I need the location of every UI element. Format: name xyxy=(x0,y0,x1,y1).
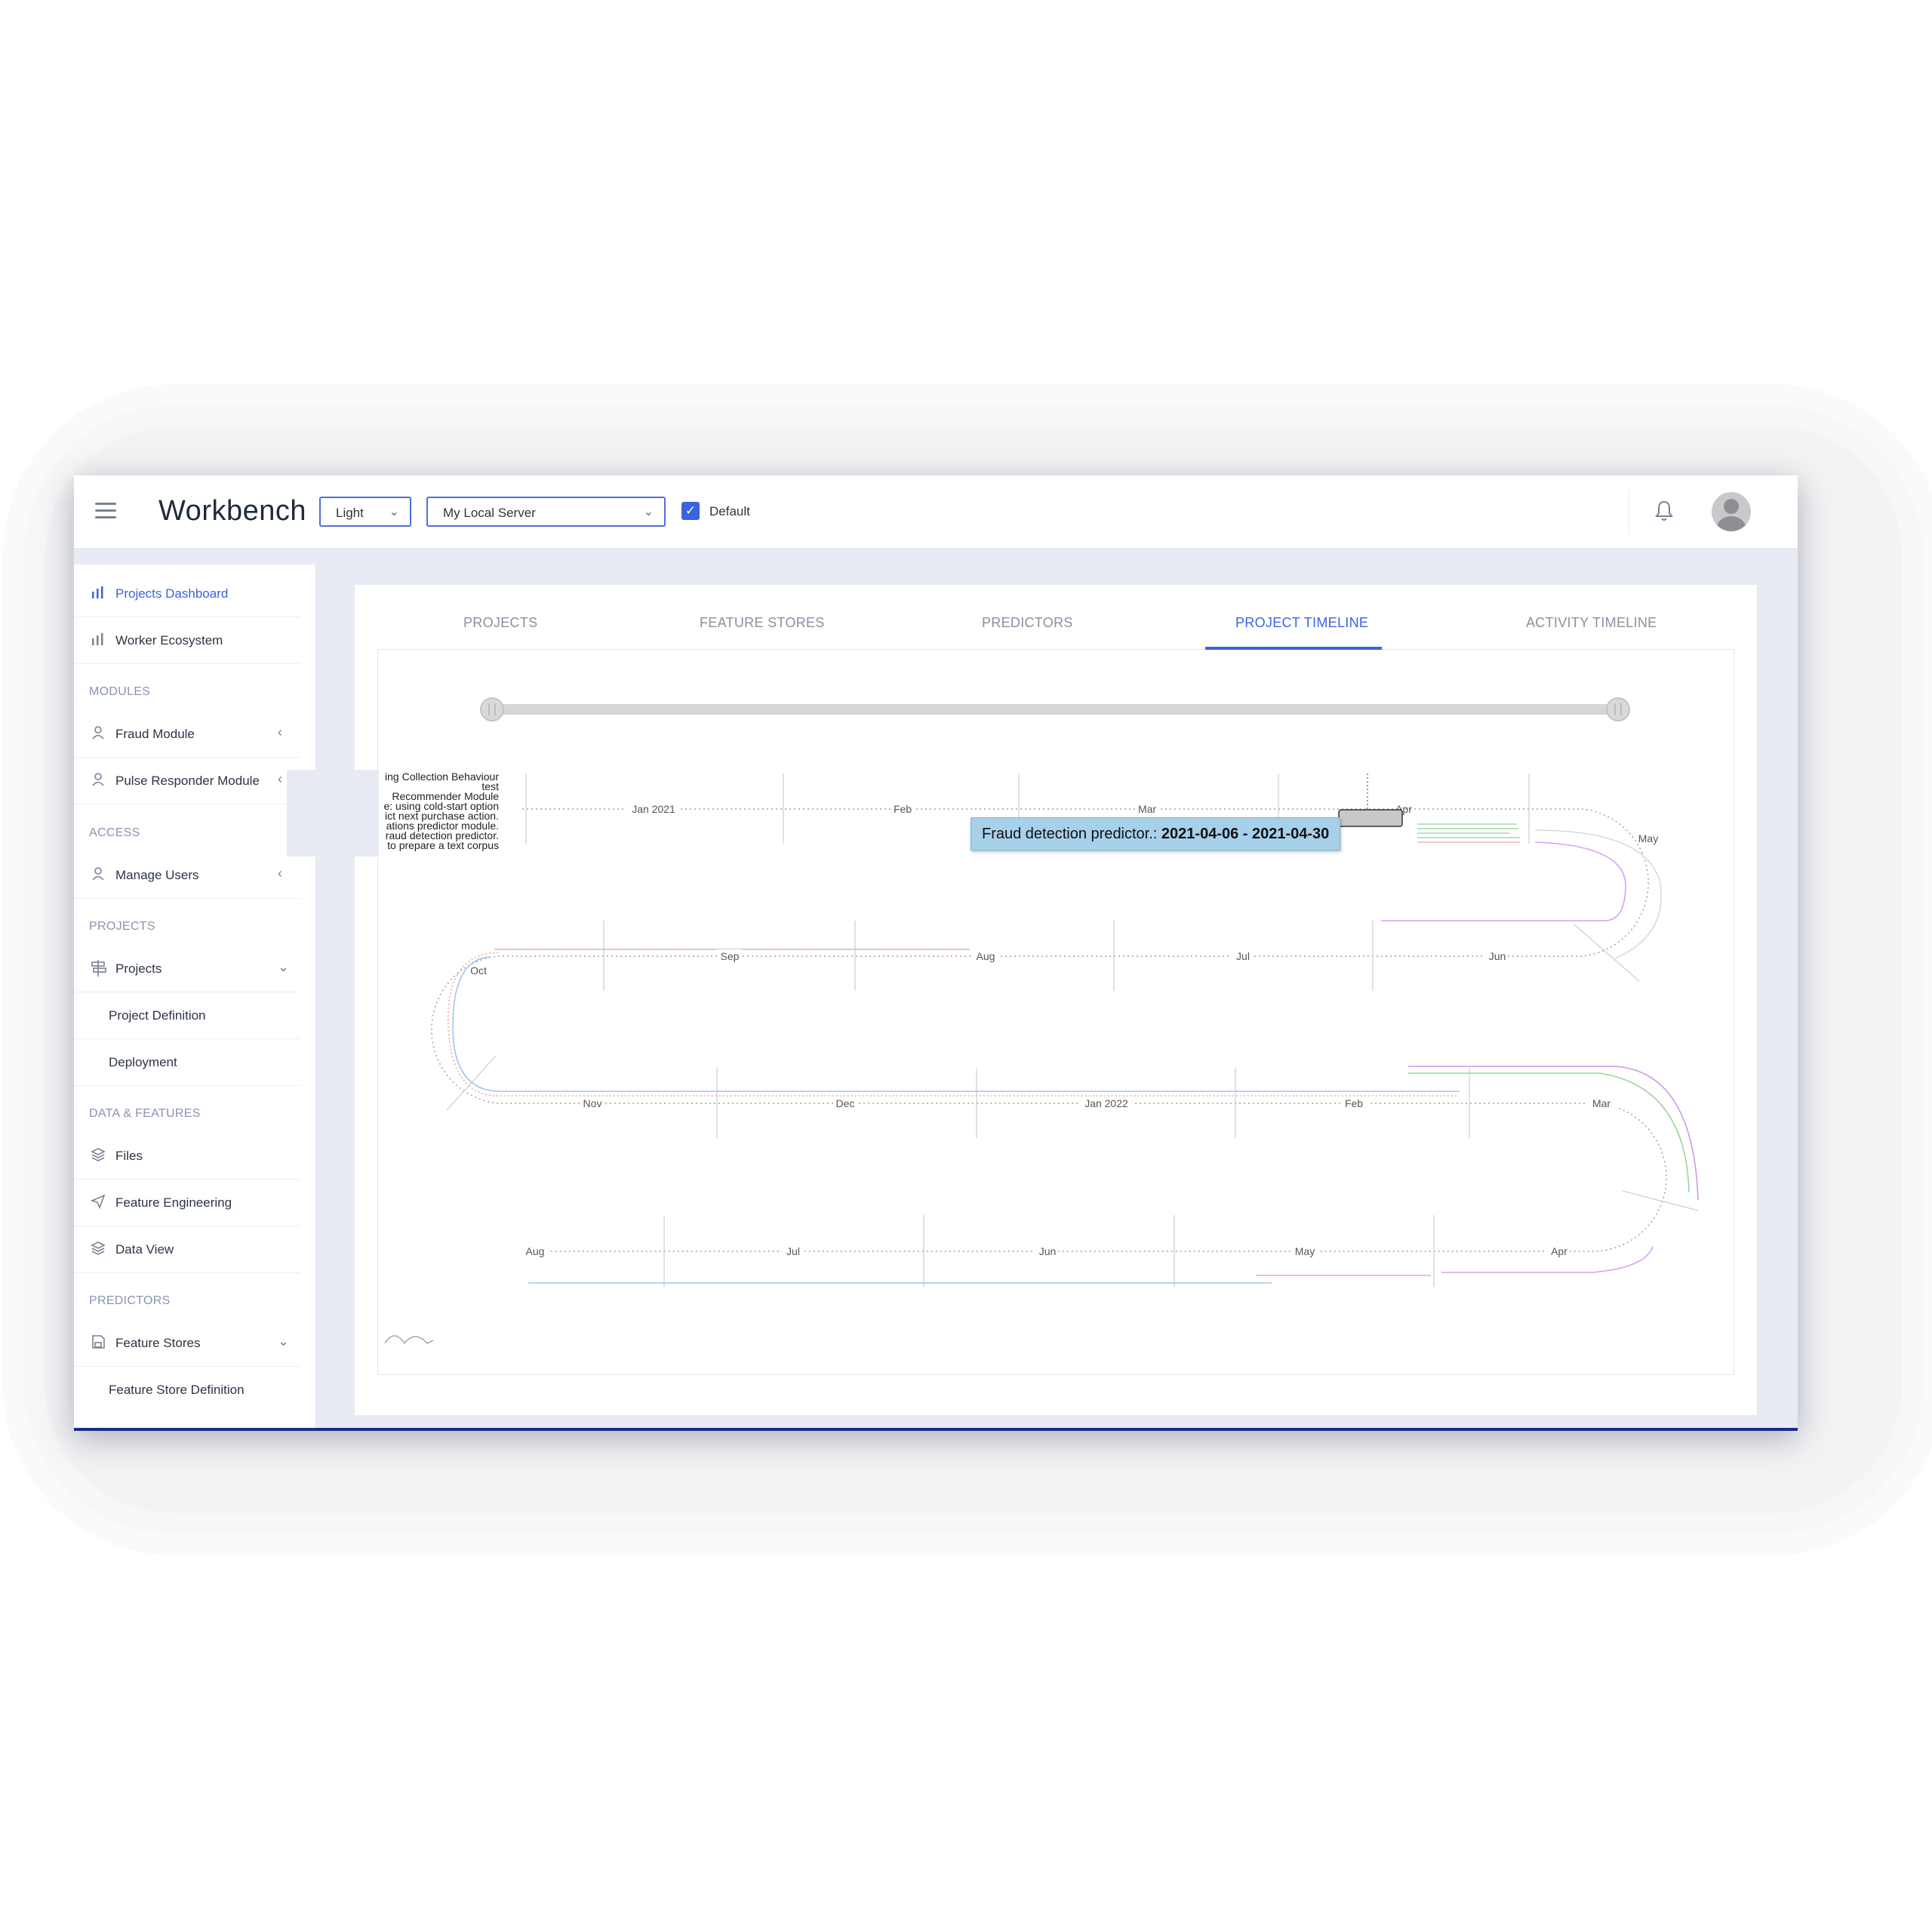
project-timeline-chart: ing Collection Behaviour test Recommende… xyxy=(287,697,1699,1345)
month-label: Aug xyxy=(526,1245,545,1257)
timeline-tooltip: Fraud detection predictor.: 2021-04-06 -… xyxy=(971,817,1341,851)
tooltip-project-name: Fraud detection predictor.: xyxy=(982,826,1161,842)
month-label: Mar xyxy=(1138,803,1156,815)
month-label: Feb xyxy=(894,803,912,815)
month-label: Jul xyxy=(1236,950,1250,962)
month-label: Jan 2022 xyxy=(1084,1097,1128,1109)
month-ticks xyxy=(446,774,1699,1287)
project-label-list: ing Collection Behaviour test Recommende… xyxy=(383,771,499,851)
month-label: Jun xyxy=(1039,1245,1057,1257)
range-slider-end-handle[interactable] xyxy=(1606,697,1630,721)
timeline-axis xyxy=(431,808,1667,1252)
tooltip-date-range: 2021-04-06 - 2021-04-30 xyxy=(1161,826,1330,842)
month-label: May xyxy=(1638,832,1658,844)
month-labels: Jan 2021 Feb Mar Apr May Sep Aug Jul Jun… xyxy=(470,802,1658,1258)
month-label: Sep xyxy=(721,950,740,962)
hovered-span-marker[interactable] xyxy=(1338,809,1403,827)
month-label: Aug xyxy=(977,950,995,962)
project-label: to prepare a text corpus xyxy=(387,839,499,851)
month-label: Nov xyxy=(583,1097,602,1109)
project-spans xyxy=(384,823,1699,1345)
range-slider-start-handle[interactable] xyxy=(480,697,504,721)
month-label: Apr xyxy=(1551,1245,1567,1257)
range-slider[interactable] xyxy=(480,697,1630,721)
month-label: May xyxy=(1295,1245,1315,1257)
month-label: Jan 2021 xyxy=(632,803,675,815)
month-label: Jul xyxy=(786,1245,800,1257)
month-label: Feb xyxy=(1345,1097,1363,1109)
month-label: Dec xyxy=(836,1097,855,1109)
month-label: Oct xyxy=(470,964,487,977)
mini-sparkline xyxy=(384,1335,434,1345)
month-label: Mar xyxy=(1592,1097,1611,1109)
month-label: Jun xyxy=(1489,950,1506,962)
